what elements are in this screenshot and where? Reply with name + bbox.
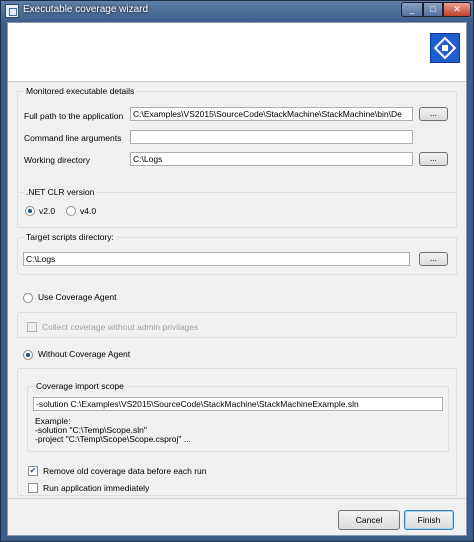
footer-divider	[8, 498, 466, 499]
full-path-label: Full path to the application	[24, 111, 124, 121]
window-title: Executable coverage wizard	[23, 4, 149, 15]
workdir-browse-button[interactable]: ...	[419, 152, 448, 166]
run-immediately-checkbox[interactable]	[28, 483, 38, 493]
agent-options-group: Collect coverage without admin privilage…	[17, 312, 457, 338]
use-agent-radio[interactable]	[23, 293, 33, 303]
example-line-2: -project "C:\Temp\Scope\Scope.csproj" ..…	[35, 434, 191, 444]
wizard-header	[8, 23, 466, 82]
import-scope-group: Coverage import scope -solution C:\Examp…	[27, 381, 449, 452]
target-dir-input[interactable]: C:\Logs	[23, 252, 410, 266]
remove-old-data-label[interactable]: Remove old coverage data before each run	[43, 466, 207, 476]
without-agent-group: Coverage import scope -solution C:\Examp…	[17, 368, 457, 496]
import-scope-input[interactable]: -solution C:\Examples\VS2015\SourceCode\…	[33, 397, 443, 411]
without-agent-radio[interactable]	[23, 350, 33, 360]
without-agent-label[interactable]: Without Coverage Agent	[38, 349, 130, 359]
wizard-window: Executable coverage wizard _ □ ✕ Monitor…	[0, 0, 474, 542]
cmd-args-label: Command line arguments	[24, 133, 122, 143]
run-immediately-label[interactable]: Run application immediately	[43, 483, 149, 493]
clr-v4-label[interactable]: v4.0	[80, 206, 96, 216]
remove-old-data-checkbox[interactable]: ✔	[28, 466, 38, 476]
clr-group: .NET CLR version v2.0 v4.0	[17, 187, 457, 228]
clr-v2-radio[interactable]	[25, 206, 35, 216]
full-path-browse-button[interactable]: ...	[419, 107, 448, 121]
collect-coverage-checkbox[interactable]	[27, 322, 37, 332]
maximize-button[interactable]: □	[423, 2, 443, 17]
clr-legend: .NET CLR version	[24, 187, 97, 197]
workdir-input[interactable]: C:\Logs	[130, 152, 413, 166]
import-scope-legend: Coverage import scope	[34, 381, 126, 391]
minimize-button[interactable]: _	[401, 2, 423, 17]
wizard-logo-icon	[430, 33, 460, 63]
use-agent-label[interactable]: Use Coverage Agent	[38, 292, 116, 302]
target-legend: Target scripts directory:	[24, 232, 116, 242]
title-bar[interactable]: Executable coverage wizard _ □ ✕	[1, 1, 473, 21]
workdir-label: Working directory	[24, 155, 90, 165]
monitored-legend: Monitored executable details	[24, 86, 137, 96]
clr-v4-radio[interactable]	[66, 206, 76, 216]
finish-button[interactable]: Finish	[404, 510, 454, 530]
close-button[interactable]: ✕	[443, 2, 471, 17]
monitored-group: Monitored executable details Full path t…	[17, 86, 457, 193]
full-path-input[interactable]: C:\Examples\VS2015\SourceCode\StackMachi…	[130, 107, 413, 121]
app-icon	[5, 4, 19, 18]
cancel-button[interactable]: Cancel	[338, 510, 400, 530]
collect-coverage-label: Collect coverage without admin privilage…	[42, 322, 199, 332]
target-dir-browse-button[interactable]: ...	[419, 252, 448, 266]
clr-v2-label[interactable]: v2.0	[39, 206, 55, 216]
target-group: Target scripts directory: C:\Logs ...	[17, 232, 457, 275]
wizard-client: Monitored executable details Full path t…	[7, 22, 467, 536]
cmd-args-input[interactable]	[130, 130, 413, 144]
